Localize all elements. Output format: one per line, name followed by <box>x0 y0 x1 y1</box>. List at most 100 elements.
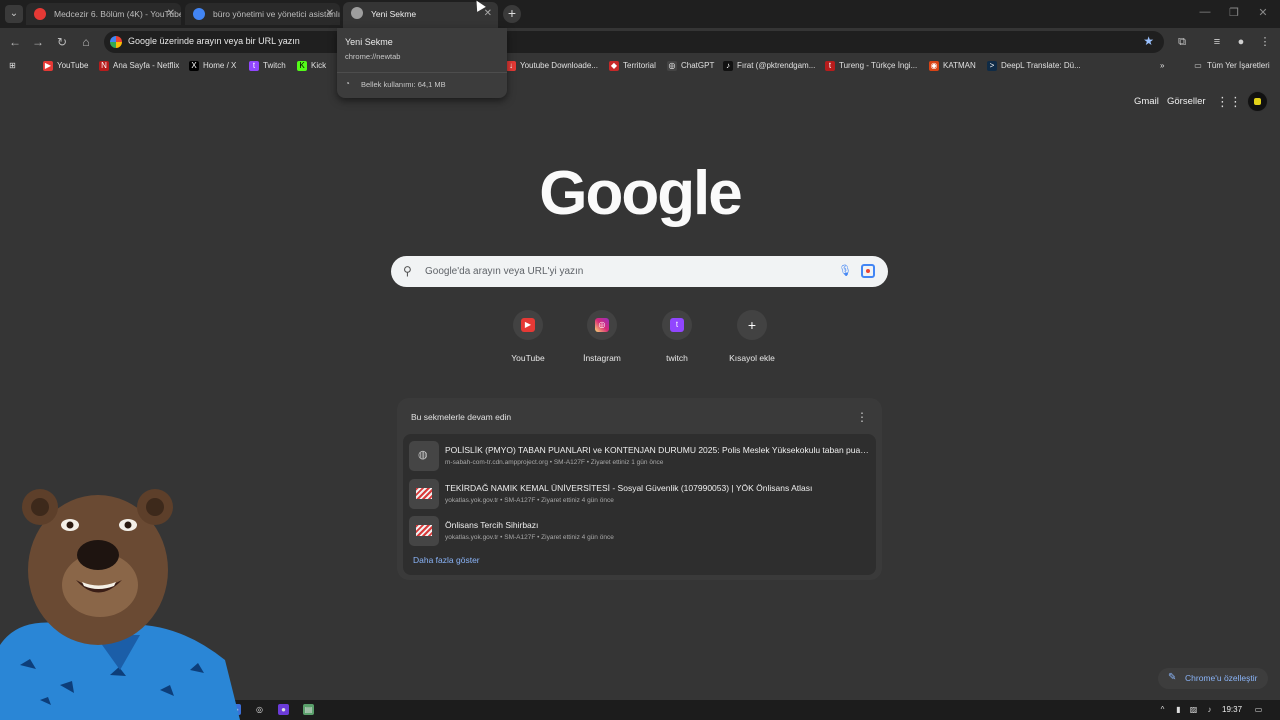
bookmark-territorial[interactable]: ◆ Territorial <box>609 59 656 73</box>
kick-icon: K <box>297 61 307 71</box>
taskbar-app-icon[interactable]: ▤ <box>303 704 314 715</box>
tiktok-icon: ♪ <box>723 61 733 71</box>
memory-icon: ◔ <box>345 79 350 88</box>
search-input[interactable] <box>425 261 815 282</box>
back-arrow-icon[interactable]: ← <box>7 34 23 50</box>
account-avatar[interactable] <box>1247 91 1268 112</box>
tab-title: Medcezir 6. Bölüm (4K) - YouTube <box>54 9 181 19</box>
new-tab-button[interactable]: + <box>503 5 521 23</box>
reload-icon[interactable]: ↻ <box>54 34 70 50</box>
volume-icon[interactable]: ♪ <box>1204 704 1215 715</box>
list-item[interactable]: Önlisans Tercih Sihirbazı yokatlas.yok.g… <box>403 511 876 547</box>
card-list: POLİSLİK (PMYO) TABAN PUANLARI ve KONTEN… <box>403 434 876 575</box>
item-meta: yokatlas.yok.gov.tr • SM-A127F • Ziyaret… <box>445 497 614 504</box>
chatgpt-icon: ◎ <box>667 61 677 71</box>
media-controls-icon[interactable]: ≡ <box>1209 34 1225 50</box>
network-icon[interactable]: ▨ <box>1188 704 1199 715</box>
shortcut-tile: ▶ <box>513 310 543 340</box>
netflix-icon: N <box>99 61 109 71</box>
bookmark-tiktok[interactable]: ♪ Fırat (@pktrendgam... <box>723 59 815 73</box>
taskbar-clock[interactable]: 19:37 <box>1222 705 1242 714</box>
microphone-tray-icon[interactable]: ▮ <box>1173 704 1184 715</box>
omnibox-text: Google üzerinde arayın veya bir URL yazı… <box>128 36 300 46</box>
territorial-icon: ◆ <box>609 61 619 71</box>
item-meta: yokatlas.yok.gov.tr • SM-A127F • Ziyaret… <box>445 534 614 541</box>
bookmark-tureng[interactable]: t Tureng - Türkçe İngi... <box>825 59 917 73</box>
gmail-link[interactable]: Gmail <box>1134 96 1159 107</box>
bookmark-twitch[interactable]: t Twitch <box>249 59 286 73</box>
x-icon: X <box>189 61 199 71</box>
folder-icon: ▭ <box>1194 61 1202 70</box>
tab-title: Yeni Sekme <box>371 9 417 19</box>
extensions-puzzle-icon[interactable]: ⧉ <box>1174 34 1190 50</box>
shortcut-add[interactable]: + Kısayol ekle <box>720 310 784 370</box>
list-item[interactable]: POLİSLİK (PMYO) TABAN PUANLARI ve KONTEN… <box>403 436 876 472</box>
search-box: ⚲ 🎙 <box>391 256 888 287</box>
maximize-icon[interactable]: ❐ <box>1224 6 1244 19</box>
katman-icon: ◉ <box>929 61 939 71</box>
bookmark-deepl[interactable]: > DeepL Translate: Dü... <box>987 59 1081 73</box>
omnibox[interactable]: Google üzerinde arayın veya bir URL yazı… <box>104 31 1164 53</box>
bookmark-youtube-downloader[interactable]: ↓ Youtube Downloade... <box>506 59 598 73</box>
bookmark-youtube[interactable]: ▶ YouTube <box>43 59 88 73</box>
tab-title: büro yönetimi ve yönetici asistanlığı <box>213 9 340 19</box>
item-title: POLİSLİK (PMYO) TABAN PUANLARI ve KONTEN… <box>445 445 870 455</box>
yok-logo-icon <box>409 479 439 509</box>
twitch-icon: t <box>670 318 684 332</box>
google-logo: Google <box>539 159 743 228</box>
kebab-menu-icon[interactable]: ⋮ <box>1257 34 1273 50</box>
show-more-link[interactable]: Daha fazla göster <box>413 555 480 565</box>
shortcut-tile: ◎ <box>587 310 617 340</box>
bookmark-x[interactable]: X Home / X <box>189 59 236 73</box>
hover-card-memory: Bellek kullanımı: 64,1 MB <box>361 80 446 89</box>
shortcut-twitch[interactable]: t twitch <box>645 310 709 370</box>
bookmark-katman[interactable]: ◉ KATMAN <box>929 59 976 73</box>
instagram-icon: ◎ <box>595 318 609 332</box>
shortcut-instagram[interactable]: ◎ İnstagram <box>570 310 634 370</box>
forward-arrow-icon[interactable]: → <box>30 34 46 50</box>
tab-hover-card: Yeni Sekme chrome://newtab ◔ Bellek kull… <box>337 28 507 98</box>
close-window-icon[interactable]: ✕ <box>1253 6 1273 19</box>
youtube-favicon-icon <box>34 8 46 20</box>
tab-medcezir[interactable]: Medcezir 6. Bölüm (4K) - YouTube ✕ <box>26 3 181 25</box>
hover-card-divider <box>337 72 507 73</box>
card-title: Bu sekmelerle devam edin <box>411 412 512 422</box>
chrome-favicon-icon <box>351 7 363 19</box>
download-icon: ↓ <box>506 61 516 71</box>
bookmark-netflix[interactable]: N Ana Sayfa - Netflix <box>99 59 179 73</box>
notifications-icon[interactable]: ▭ <box>1253 704 1264 715</box>
search-icon: ⚲ <box>403 264 412 278</box>
bookmarks-overflow-icon[interactable]: » <box>1160 59 1164 73</box>
bookmark-star-icon[interactable]: ★ <box>1143 34 1154 48</box>
hover-card-url: chrome://newtab <box>345 52 401 61</box>
images-link[interactable]: Görseller <box>1167 96 1206 107</box>
minimize-icon[interactable]: — <box>1195 6 1215 18</box>
card-options-icon[interactable]: ⋮ <box>856 410 868 424</box>
taskbar-app-icon[interactable]: ● <box>278 704 289 715</box>
bear-avatar-overlay <box>0 489 240 720</box>
bookmark-chatgpt[interactable]: ◎ ChatGPT <box>667 59 714 73</box>
apps-grid-icon[interactable]: ⊞ <box>9 59 16 73</box>
google-lens-icon[interactable] <box>861 264 875 278</box>
tab-search-button[interactable]: ⌄ <box>5 5 23 23</box>
taskbar-app-icon[interactable]: ◎ <box>254 704 265 715</box>
tab-close-icon[interactable]: ✕ <box>326 3 334 25</box>
tray-chevron-icon[interactable]: ^ <box>1157 704 1168 715</box>
tab-buro[interactable]: büro yönetimi ve yönetici asistanlığı ✕ <box>185 3 340 25</box>
shortcut-youtube[interactable]: ▶ YouTube <box>496 310 560 370</box>
google-apps-icon[interactable]: ⋮⋮ <box>1216 94 1242 110</box>
bookmark-kick[interactable]: K Kick <box>297 59 326 73</box>
twitch-icon: t <box>249 61 259 71</box>
customize-chrome-button[interactable]: ✎ Chrome'u özelleştir <box>1158 668 1268 689</box>
item-meta: m-sabah-com-tr.cdn.ampproject.org • SM-A… <box>445 459 664 466</box>
all-bookmarks[interactable]: ▭ Tüm Yer İşaretleri <box>1193 59 1269 73</box>
bookmarks-bar: ⊞ ▶ YouTube N Ana Sayfa - Netflix X Home / … <box>0 56 1280 76</box>
home-icon[interactable]: ⌂ <box>78 34 94 50</box>
microphone-icon[interactable]: 🎙 <box>838 264 852 278</box>
list-item[interactable]: TEKİRDAĞ NAMIK KEMAL ÜNİVERSİTESİ - Sosy… <box>403 474 876 510</box>
shortcut-label: İnstagram <box>583 353 621 363</box>
shortcut-tile: + <box>737 310 767 340</box>
profile-avatar-icon[interactable]: ● <box>1233 34 1249 50</box>
tab-close-icon[interactable]: ✕ <box>167 3 175 25</box>
tab-strip: ⌄ Medcezir 6. Bölüm (4K) - YouTube ✕ bür… <box>0 0 1280 28</box>
